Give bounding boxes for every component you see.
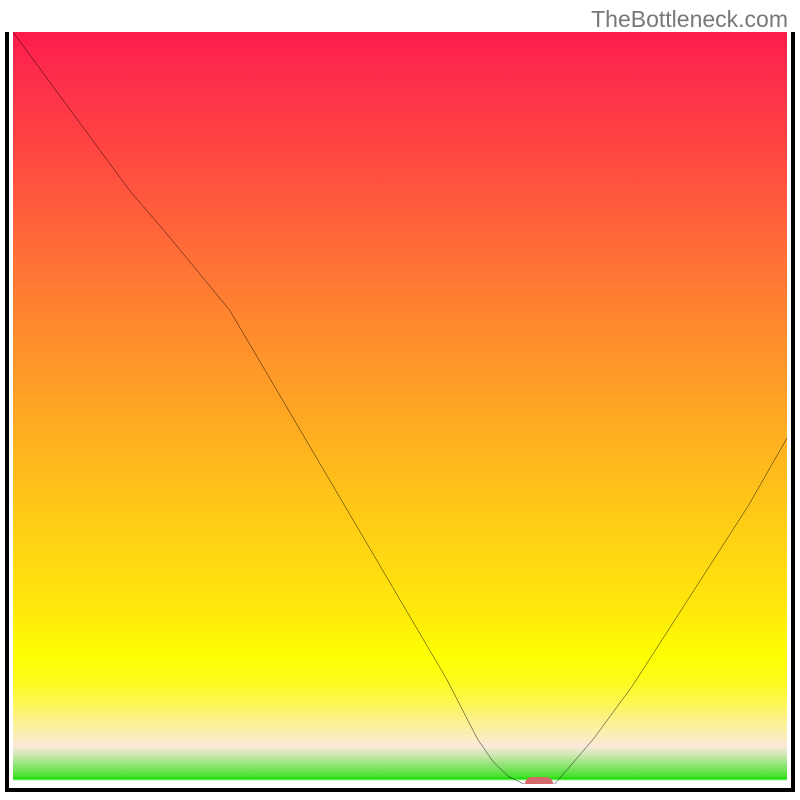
chart-line [13, 32, 787, 784]
watermark-text: TheBottleneck.com [591, 6, 788, 33]
chart-marker [525, 777, 553, 784]
chart-plot-area [13, 32, 787, 784]
chart-frame [5, 32, 795, 792]
